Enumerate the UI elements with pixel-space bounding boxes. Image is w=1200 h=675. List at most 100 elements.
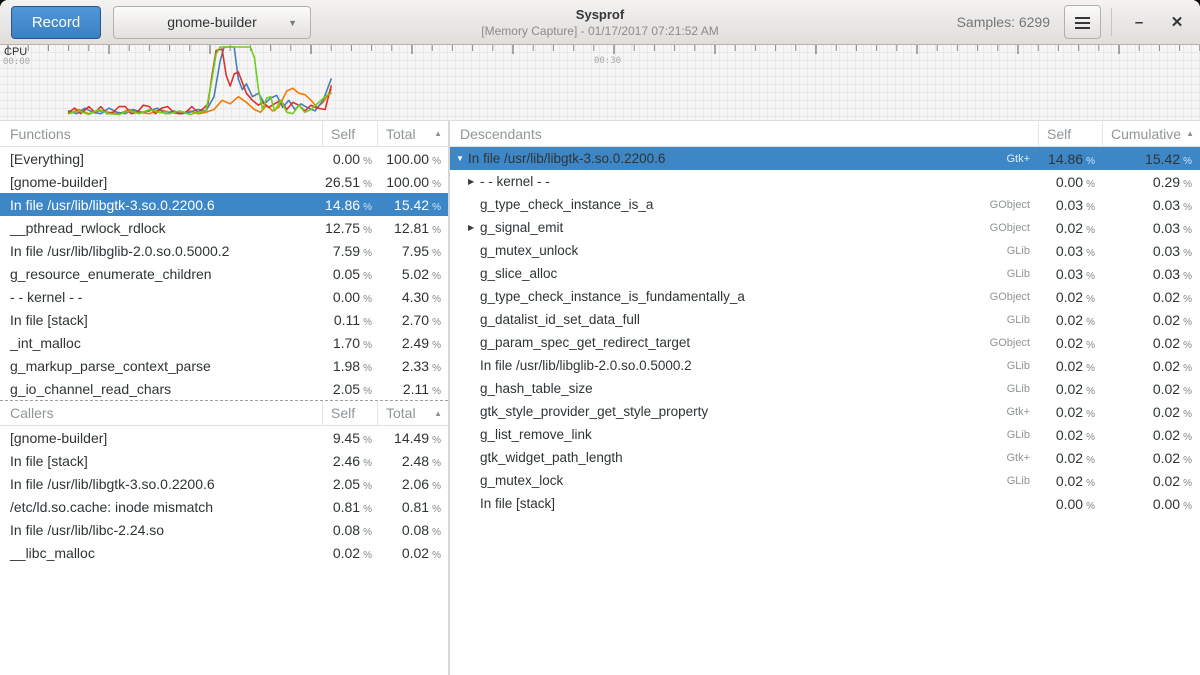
cumulative-percentage: 0.02%: [1103, 427, 1200, 443]
library-tag: GObject: [964, 222, 1039, 234]
value-number: 4.30: [402, 289, 429, 305]
tree-row[interactable]: g_param_spec_get_redirect_targetGObject0…: [450, 331, 1200, 354]
tree-row[interactable]: gtk_widget_path_lengthGtk+0.02%0.02%: [450, 446, 1200, 469]
percent-sign: %: [432, 435, 441, 446]
functions-self-column-header[interactable]: Self: [323, 121, 378, 146]
value-number: 0.02: [1056, 381, 1083, 397]
tree-row[interactable]: ▶- - kernel - -0.00%0.29%: [450, 170, 1200, 193]
functions-column-header[interactable]: Functions: [0, 121, 323, 146]
tree-cell: gtk_style_provider_get_style_property: [450, 404, 964, 419]
table-row[interactable]: In file /usr/lib/libglib-2.0.so.0.5000.2…: [0, 239, 448, 262]
percent-sign: %: [1086, 294, 1095, 305]
percent-sign: %: [432, 363, 441, 374]
function-name: gtk_style_provider_get_style_property: [480, 404, 708, 419]
percent-sign: %: [363, 202, 372, 213]
library-tag: Gtk+: [964, 153, 1039, 165]
minimize-button[interactable]: –: [1120, 5, 1158, 39]
self-percentage: 0.02%: [1039, 450, 1103, 466]
cumulative-percentage: 0.02%: [1103, 404, 1200, 420]
tree-row[interactable]: g_hash_table_sizeGLib0.02%0.02%: [450, 377, 1200, 400]
cpu-graph[interactable]: CPU 00:00 00:30: [0, 45, 1200, 121]
table-row[interactable]: g_markup_parse_context_parse1.98%2.33%: [0, 354, 448, 377]
table-row[interactable]: __libc_malloc0.02%0.02%: [0, 541, 448, 564]
tree-row[interactable]: g_type_check_instance_is_fundamentally_a…: [450, 285, 1200, 308]
tree-row[interactable]: ▶g_signal_emitGObject0.02%0.03%: [450, 216, 1200, 239]
table-row[interactable]: In file /usr/lib/libgtk-3.so.0.2200.614.…: [0, 193, 448, 216]
value-number: 14.86: [325, 197, 360, 213]
table-row[interactable]: In file /usr/lib/libc-2.24.so0.08%0.08%: [0, 518, 448, 541]
self-percentage: 0.00%: [1039, 174, 1103, 190]
total-percentage: 2.33%: [378, 358, 448, 374]
total-percentage: 2.48%: [378, 453, 448, 469]
percent-sign: %: [1183, 363, 1192, 374]
value-number: 0.00: [1056, 496, 1083, 512]
process-selector-label: gnome-builder: [167, 14, 257, 30]
value-number: 0.00: [1153, 496, 1180, 512]
functions-total-column-header[interactable]: Total ▲: [378, 121, 448, 146]
descendants-cumulative-column-header[interactable]: Cumulative ▲: [1103, 121, 1200, 146]
percent-sign: %: [363, 179, 372, 190]
value-number: 12.81: [394, 220, 429, 236]
table-row[interactable]: __pthread_rwlock_rdlock12.75%12.81%: [0, 216, 448, 239]
sort-ascending-icon: ▲: [434, 409, 442, 418]
self-percentage: 2.05%: [323, 476, 378, 492]
record-button[interactable]: Record: [11, 6, 101, 39]
percent-sign: %: [1183, 156, 1192, 167]
table-row[interactable]: In file /usr/lib/libgtk-3.so.0.2200.62.0…: [0, 472, 448, 495]
library-tag: GLib: [964, 429, 1039, 441]
table-row[interactable]: /etc/ld.so.cache: inode mismatch0.81%0.8…: [0, 495, 448, 518]
table-row[interactable]: In file [stack]2.46%2.48%: [0, 449, 448, 472]
table-row[interactable]: g_resource_enumerate_children0.05%5.02%: [0, 262, 448, 285]
tree-row[interactable]: In file [stack]0.00%0.00%: [450, 492, 1200, 515]
percent-sign: %: [363, 527, 372, 538]
table-row[interactable]: [gnome-builder]9.45%14.49%: [0, 426, 448, 449]
percent-sign: %: [363, 550, 372, 561]
percent-sign: %: [1086, 340, 1095, 351]
value-number: 7.59: [333, 243, 360, 259]
table-row[interactable]: g_io_channel_read_chars2.05%2.11%: [0, 377, 448, 400]
tree-row[interactable]: gtk_style_provider_get_style_propertyGtk…: [450, 400, 1200, 423]
process-selector-dropdown[interactable]: gnome-builder ▼: [113, 6, 311, 39]
descendants-tree: ▼In file /usr/lib/libgtk-3.so.0.2200.6Gt…: [450, 147, 1200, 515]
tree-row[interactable]: ▼In file /usr/lib/libgtk-3.so.0.2200.6Gt…: [450, 147, 1200, 170]
function-name: In file /usr/lib/libgtk-3.so.0.2200.6: [0, 197, 323, 213]
menu-button[interactable]: [1064, 5, 1101, 39]
tree-row[interactable]: g_datalist_id_set_data_fullGLib0.02%0.02…: [450, 308, 1200, 331]
tree-cell: g_param_spec_get_redirect_target: [450, 335, 964, 350]
table-row[interactable]: [gnome-builder]26.51%100.00%: [0, 170, 448, 193]
percent-sign: %: [432, 248, 441, 259]
tree-row[interactable]: g_mutex_unlockGLib0.03%0.03%: [450, 239, 1200, 262]
table-row[interactable]: - - kernel - -0.00%4.30%: [0, 285, 448, 308]
self-percentage: 0.02%: [1039, 220, 1103, 236]
value-number: 100.00: [386, 174, 429, 190]
callers-total-column-header[interactable]: Total ▲: [378, 401, 448, 425]
callers-column-header[interactable]: Callers: [0, 401, 323, 425]
table-row[interactable]: In file [stack]0.11%2.70%: [0, 308, 448, 331]
tree-row[interactable]: g_list_remove_linkGLib0.02%0.02%: [450, 423, 1200, 446]
descendants-column-header[interactable]: Descendants: [450, 121, 1039, 146]
total-percentage: 100.00%: [378, 174, 448, 190]
value-number: 2.48: [402, 453, 429, 469]
close-button[interactable]: ✕: [1158, 5, 1196, 39]
cumulative-percentage: 0.03%: [1103, 266, 1200, 282]
self-percentage: 7.59%: [323, 243, 378, 259]
percent-sign: %: [1183, 202, 1192, 213]
total-percentage: 0.81%: [378, 499, 448, 515]
tree-row[interactable]: g_slice_allocGLib0.03%0.03%: [450, 262, 1200, 285]
tree-row[interactable]: In file /usr/lib/libglib-2.0.so.0.5000.2…: [450, 354, 1200, 377]
expander-closed-icon[interactable]: ▶: [468, 177, 480, 186]
table-row[interactable]: _int_malloc1.70%2.49%: [0, 331, 448, 354]
expander-open-icon[interactable]: ▼: [456, 154, 468, 163]
total-percentage: 5.02%: [378, 266, 448, 282]
expander-closed-icon[interactable]: ▶: [468, 223, 480, 232]
descendants-self-column-header[interactable]: Self: [1039, 121, 1103, 146]
value-number: 0.02: [1153, 312, 1180, 328]
value-number: 0.02: [1056, 289, 1083, 305]
table-row[interactable]: [Everything]0.00%100.00%: [0, 147, 448, 170]
tree-row[interactable]: g_mutex_lockGLib0.02%0.02%: [450, 469, 1200, 492]
callers-self-column-header[interactable]: Self: [323, 401, 378, 425]
tree-cell: g_mutex_unlock: [450, 243, 964, 258]
function-name: g_list_remove_link: [480, 427, 592, 442]
percent-sign: %: [1086, 501, 1095, 512]
tree-row[interactable]: g_type_check_instance_is_aGObject0.03%0.…: [450, 193, 1200, 216]
